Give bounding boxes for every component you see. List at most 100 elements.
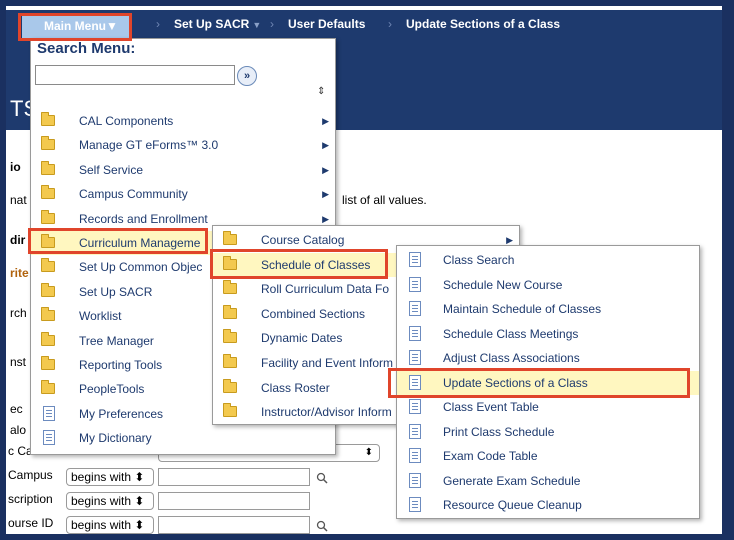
folder-icon [223,378,237,393]
folder-icon [41,258,55,273]
menu-item-generate-exam-schedule[interactable]: Generate Exam Schedule [397,469,699,493]
menu-item-label: Adjust Class Associations [443,351,580,365]
menu-item-label: Class Search [443,253,515,267]
course-id-lookup-search-icon[interactable] [316,520,328,532]
bg-fragment-io: io [10,160,21,174]
menu-item-label: My Preferences [79,406,164,421]
callout-main-menu [18,13,132,41]
folder-icon [41,136,55,151]
menu-item-label: Records and Enrollment [79,211,208,226]
menu-item-label: Schedule New Course [443,277,563,292]
document-icon [409,497,421,512]
breadcrumb-separator-icon: › [270,17,274,31]
search-menu-label: Search Menu: [37,40,136,57]
menu-item-maintain-schedule-of-classes[interactable]: Maintain Schedule of Classes [397,297,699,321]
menu-item-label: My Dictionary [79,431,152,446]
folder-icon [41,307,55,322]
folder-icon [41,112,55,126]
document-icon [43,405,55,421]
folder-icon [41,282,55,297]
description-input[interactable] [158,492,310,510]
menu-item-label: Campus Community [79,187,188,202]
folder-icon [223,280,237,295]
folder-icon [41,185,55,200]
description-label: scription [8,492,53,506]
menu-item-resource-queue-cleanup[interactable]: Resource Queue Cleanup [397,493,699,517]
document-icon [409,325,421,341]
document-icon [43,430,55,446]
course-id-operator-value: begins with [71,518,132,532]
description-operator-select[interactable]: begins with ⬍ [66,492,154,510]
search-menu-input[interactable] [35,65,235,85]
submenu-arrow-icon: ▶ [322,140,329,151]
bg-fragment-dir: dir [10,233,26,247]
breadcrumb-separator-icon: › [156,17,160,31]
menu-item-label: Class Roster [261,380,330,395]
breadcrumb-update-sections-label: Update Sections of a Class [406,17,561,31]
menu-item-label: Facility and Event Inform [261,356,394,370]
folder-icon [223,329,237,344]
folder-icon [223,403,237,418]
folder-icon [223,354,237,368]
menu-item-manage-gt-eforms-3-0[interactable]: Manage GT eForms™ 3.0 ▶ [31,133,335,157]
folder-icon [223,304,237,319]
breadcrumb-user-defaults-label: User Defaults [288,17,366,31]
chevron-down-icon: ▼ [252,20,262,30]
course-id-input[interactable] [158,516,310,534]
campus-input[interactable] [158,468,310,486]
folder-icon [41,380,55,395]
menu-item-label: Instructor/Advisor Inform [261,405,392,420]
folder-icon [223,231,237,245]
menu-item-class-event-table[interactable]: Class Event Table [397,395,699,419]
submenu-arrow-icon: ▶ [322,116,329,126]
document-icon [409,301,421,316]
menu-item-self-service[interactable]: Self Service ▶ [31,158,335,182]
bg-fragment-nst: nst [10,355,27,369]
bg-fragment-alo: alo [10,423,27,437]
menu-item-label: PeopleTools [79,382,145,397]
course-id-operator-select[interactable]: begins with ⬍ [66,516,154,534]
menu-item-label: Self Service [79,162,144,177]
campus-label: Campus [8,468,53,482]
bg-list-hint: list of all values. [342,193,427,207]
menu-item-exam-code-table[interactable]: Exam Code Table [397,444,699,468]
sort-toggle-icon[interactable]: ⇕ [317,86,325,97]
campus-operator-select[interactable]: begins with ⬍ [66,468,154,486]
menu-item-label: Resource Queue Cleanup [443,498,582,512]
search-menu-area: Search Menu: » ⇕ [31,39,335,103]
document-icon [409,423,421,439]
menu-item-print-class-schedule[interactable]: Print Class Schedule [397,420,699,444]
menu-item-label: Exam Code Table [443,449,538,463]
menu-item-label: Roll Curriculum Data Fo [261,282,390,297]
folder-icon [41,356,55,370]
bg-fragment-rch: rch [10,306,27,320]
menu-item-label: Class Event Table [443,400,539,414]
menu-item-schedule-class-meetings[interactable]: Schedule Class Meetings [397,322,699,346]
search-go-button[interactable]: » [237,66,257,86]
menu-item-label: Worklist [79,309,122,324]
menu-item-label: Maintain Schedule of Classes [443,302,602,316]
menu-item-cal-components[interactable]: CAL Components ▶ [31,109,335,133]
bg-fragment-ec: ec [10,402,23,416]
menu-item-my-dictionary[interactable]: My Dictionary [31,426,335,450]
campus-operator-value: begins with [71,470,132,484]
menu-item-label: Dynamic Dates [261,331,343,346]
menu-item-label: Schedule Class Meetings [443,326,579,341]
menu-item-class-search[interactable]: Class Search [397,248,699,272]
breadcrumb-setup-sacr[interactable]: › Set Up SACR ▼ [156,10,261,38]
document-icon [409,448,421,463]
menu-item-adjust-class-associations[interactable]: Adjust Class Associations [397,346,699,370]
menu-item-campus-community[interactable]: Campus Community ▶ [31,182,335,206]
campus-lookup-search-icon[interactable] [316,472,328,484]
breadcrumb-update-sections[interactable]: › Update Sections of a Class [388,10,560,38]
folder-icon [41,209,55,224]
menu-item-label: Set Up SACR [79,284,153,299]
document-icon [409,252,421,267]
menu-item-label: Set Up Common Objec [79,260,203,275]
menu-item-schedule-new-course[interactable]: Schedule New Course [397,273,699,297]
menu-item-label: Manage GT eForms™ 3.0 [79,138,219,153]
bg-fragment-rite: rite [10,266,29,280]
menu-item-label: CAL Components [79,114,174,128]
breadcrumb-user-defaults[interactable]: › User Defaults [270,10,365,38]
folder-icon [41,160,55,175]
